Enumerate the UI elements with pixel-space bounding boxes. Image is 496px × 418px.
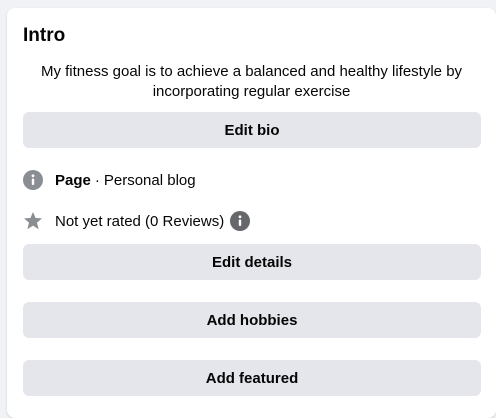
page-separator: ·: [94, 171, 100, 189]
add-featured-label: Add featured: [205, 369, 299, 387]
edit-details-button[interactable]: Edit details: [23, 244, 481, 280]
info-icon: [23, 170, 43, 190]
edit-bio-button[interactable]: Edit bio: [23, 112, 481, 148]
page-category-row: Page · Personal blog: [23, 168, 196, 192]
edit-bio-label: Edit bio: [224, 121, 280, 139]
star-icon: [23, 211, 43, 231]
intro-title: Intro: [23, 25, 66, 46]
page-category: Personal blog: [103, 171, 196, 189]
page-label: Page: [55, 171, 91, 189]
bio-text: My fitness goal is to achieve a balanced…: [40, 63, 463, 100]
edit-details-label: Edit details: [211, 253, 293, 271]
add-hobbies-button[interactable]: Add hobbies: [23, 302, 481, 338]
rating-text: Not yet rated (0 Reviews): [55, 212, 225, 230]
add-hobbies-label: Add hobbies: [206, 311, 298, 329]
rating-row: Not yet rated (0 Reviews): [23, 209, 251, 233]
add-featured-button[interactable]: Add featured: [23, 360, 481, 396]
intro-card: Intro My fitness goal is to achieve a ba…: [7, 8, 496, 418]
rating-info-icon[interactable]: [230, 211, 251, 231]
